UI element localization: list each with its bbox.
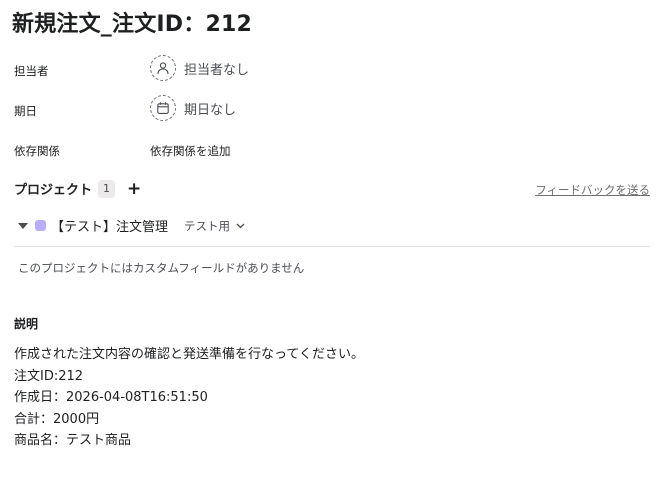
description-line: 合計：2000円 (14, 411, 100, 427)
collapse-caret-icon[interactable] (18, 222, 28, 229)
due-date-label: 期日 (14, 104, 37, 118)
dependencies-label: 依存関係 (14, 144, 60, 158)
section-value: テスト用 (184, 218, 231, 233)
assignee-value: 担当者なし (184, 62, 250, 78)
due-date-field[interactable]: 期日なし (150, 95, 236, 121)
person-icon (150, 55, 176, 81)
description-heading: 説明 (14, 317, 39, 331)
project-name[interactable]: 【テスト】注文管理 (51, 216, 168, 235)
section-selector[interactable]: テスト用 (184, 218, 245, 234)
description-line: 注文ID:212 (14, 368, 84, 384)
chevron-down-icon (236, 223, 245, 228)
due-date-value: 期日なし (184, 102, 237, 118)
description-line: 作成日：2026-04-08T16:51:50 (14, 390, 208, 405)
project-item: 【テスト】注文管理 テスト用 (18, 216, 245, 235)
description-line: 商品名：テスト商品 (14, 433, 132, 448)
project-color-swatch (35, 220, 46, 231)
projects-count-badge: 1 (98, 179, 116, 198)
send-feedback-link[interactable]: フィードバックを送る (535, 182, 650, 198)
projects-heading: プロジェクト (14, 183, 93, 198)
description-body[interactable]: 作成された注文内容の確認と発送準備を行なってください。 注文ID:212 作成日… (14, 344, 364, 452)
add-project-button[interactable]: + (127, 180, 141, 197)
description-line: 作成された注文内容の確認と発送準備を行なってください。 (14, 347, 364, 362)
calendar-icon (150, 95, 176, 121)
no-custom-fields-text: このプロジェクトにはカスタムフィールドがありません (18, 261, 305, 275)
add-dependency-link[interactable]: 依存関係を追加 (150, 143, 231, 159)
divider (14, 246, 650, 247)
task-title[interactable]: 新規注文_注文ID：212 (12, 6, 252, 38)
assignee-label: 担当者 (14, 64, 49, 78)
assignee-field[interactable]: 担当者なし (150, 55, 249, 81)
projects-header: プロジェクト 1 + (14, 179, 141, 198)
